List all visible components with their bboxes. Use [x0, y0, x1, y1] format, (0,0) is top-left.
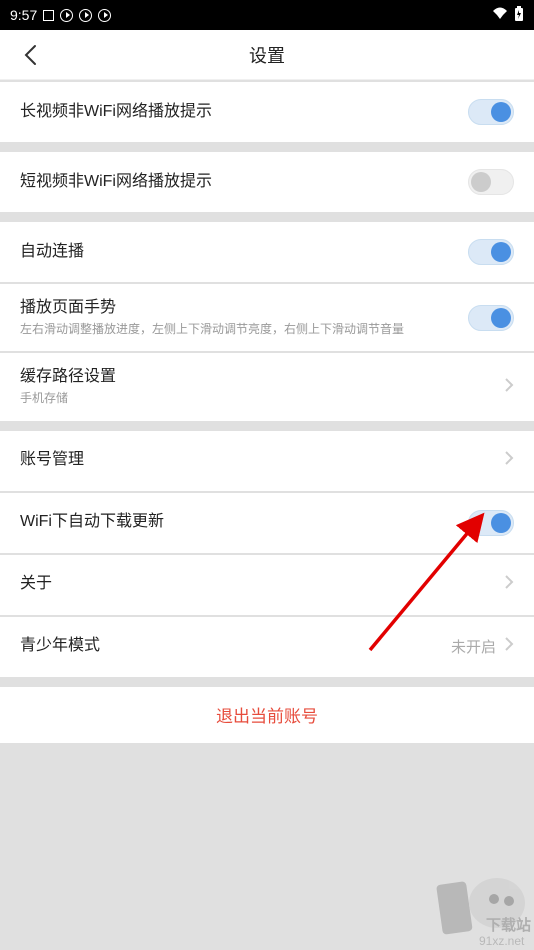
battery-icon: [514, 6, 524, 25]
wifi-icon: [492, 7, 508, 24]
toggle-wifi-auto-download[interactable]: [468, 510, 514, 536]
svg-text:91xz.net: 91xz.net: [479, 934, 525, 948]
row-subtitle: 左右滑动调整播放进度，左侧上下滑动调节亮度，右侧上下滑动调节音量: [20, 322, 468, 338]
row-title: 青少年模式: [20, 636, 451, 657]
chevron-right-icon: [504, 574, 514, 595]
square-icon: [43, 10, 54, 21]
row-title: 自动连播: [20, 242, 468, 263]
toggle-short-video-wifi[interactable]: [468, 169, 514, 195]
content: 长视频非WiFi网络播放提示 短视频非WiFi网络播放提示 自动连播 播放页面手…: [0, 80, 534, 743]
row-title: 关于: [20, 574, 504, 595]
header: 设置: [0, 30, 534, 80]
watermark: 下载站 91xz.net: [434, 875, 534, 950]
row-title: 长视频非WiFi网络播放提示: [20, 102, 468, 123]
row-title: 播放页面手势: [20, 298, 468, 319]
clock-icon: [98, 9, 111, 22]
toggle-auto-play[interactable]: [468, 239, 514, 265]
row-about[interactable]: 关于: [0, 555, 534, 615]
svg-text:下载站: 下载站: [486, 916, 531, 934]
row-wifi-auto-download[interactable]: WiFi下自动下载更新: [0, 493, 534, 553]
chevron-right-icon: [504, 636, 514, 657]
status-bar: 9:57: [0, 0, 534, 30]
chevron-right-icon: [504, 450, 514, 471]
clock-icon: [60, 9, 73, 22]
chevron-left-icon: [23, 44, 37, 66]
row-title: 账号管理: [20, 450, 504, 471]
row-gesture[interactable]: 播放页面手势 左右滑动调整播放进度，左侧上下滑动调节亮度，右侧上下滑动调节音量: [0, 284, 534, 351]
row-long-video-wifi[interactable]: 长视频非WiFi网络播放提示: [0, 82, 534, 142]
toggle-gesture[interactable]: [468, 305, 514, 331]
row-auto-play[interactable]: 自动连播: [0, 222, 534, 282]
back-button[interactable]: [15, 40, 45, 70]
page-title: 设置: [0, 42, 534, 68]
row-title: WiFi下自动下载更新: [20, 512, 468, 533]
row-subtitle: 手机存储: [20, 391, 504, 407]
row-title: 缓存路径设置: [20, 367, 504, 388]
row-account-manage[interactable]: 账号管理: [0, 431, 534, 491]
row-value: 未开启: [451, 636, 496, 657]
clock-icon: [79, 9, 92, 22]
chevron-right-icon: [504, 377, 514, 398]
row-short-video-wifi[interactable]: 短视频非WiFi网络播放提示: [0, 152, 534, 212]
row-cache-path[interactable]: 缓存路径设置 手机存储: [0, 353, 534, 420]
logout-label: 退出当前账号: [216, 702, 318, 727]
toggle-long-video-wifi[interactable]: [468, 99, 514, 125]
logout-button[interactable]: 退出当前账号: [0, 687, 534, 743]
status-time: 9:57: [10, 7, 37, 23]
row-teen-mode[interactable]: 青少年模式 未开启: [0, 617, 534, 677]
row-title: 短视频非WiFi网络播放提示: [20, 172, 468, 193]
